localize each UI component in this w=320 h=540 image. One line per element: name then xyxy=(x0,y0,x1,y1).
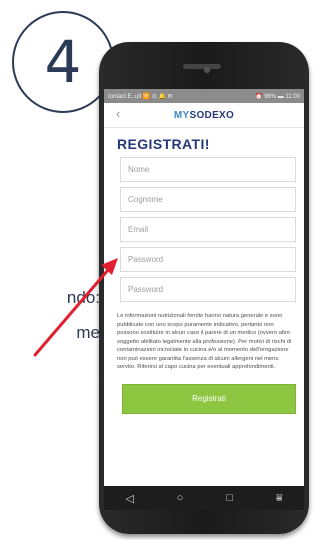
pointer-arrow-icon xyxy=(33,258,118,357)
